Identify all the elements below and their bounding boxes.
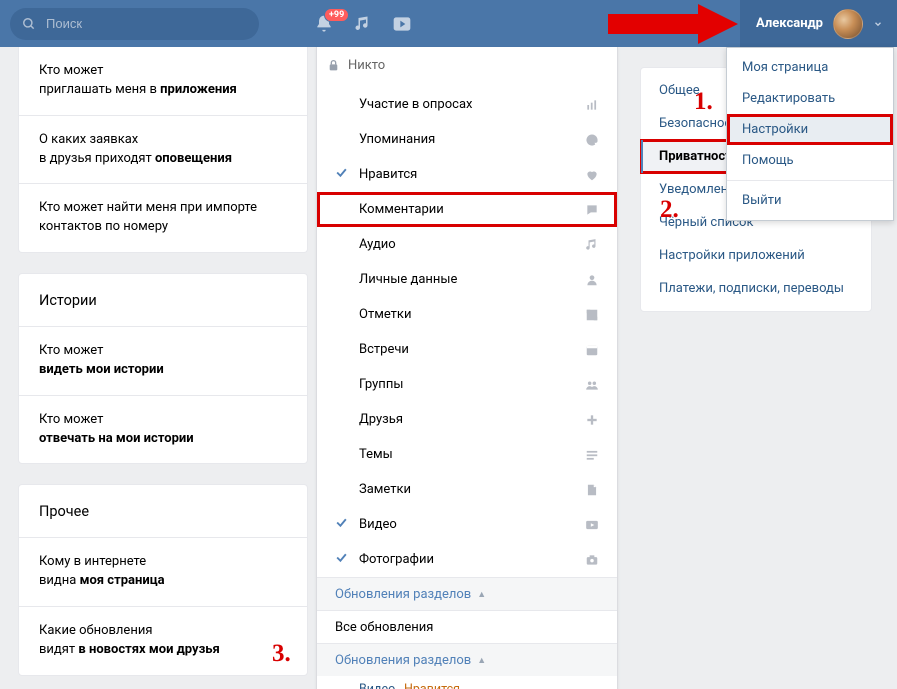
- music-icon: [585, 238, 599, 252]
- dd-section-updates-2[interactable]: Обновления разделов▲: [317, 643, 617, 676]
- annotation-arrow: [608, 2, 738, 46]
- note-icon: [585, 483, 599, 497]
- dd-item-users[interactable]: Группы: [317, 367, 617, 402]
- user-menu-item[interactable]: Редактировать: [727, 83, 893, 114]
- nav-item[interactable]: Настройки приложений: [641, 239, 871, 272]
- search-wrap[interactable]: [10, 8, 259, 40]
- notifications-icon[interactable]: +99: [314, 14, 334, 34]
- dd-item-label: Встречи: [359, 342, 409, 357]
- plus-icon: [585, 413, 599, 427]
- search-input[interactable]: [44, 15, 247, 32]
- dd-item-plus[interactable]: Друзья: [317, 402, 617, 437]
- dd-item-label: Нравится: [359, 167, 417, 182]
- dd-item-label: Темы: [359, 447, 393, 462]
- setting-page-visibility[interactable]: Кому в интернете видна моя страница: [19, 537, 307, 606]
- user-menu-toggle[interactable]: Александр: [740, 0, 897, 47]
- dd-selected-tags: Видео , Нравится: [317, 676, 617, 689]
- card-privacy-top: Кто может приглашать меня в приложения О…: [18, 47, 308, 253]
- setting-find-by-import[interactable]: Кто может найти меня при импорте контакт…: [19, 183, 307, 252]
- setting-friend-request-notif[interactable]: О каких заявках в друзья приходят оповещ…: [19, 115, 307, 184]
- dd-item-person[interactable]: Личные данные: [317, 262, 617, 297]
- dd-item-label: Личные данные: [359, 272, 457, 287]
- calendar-icon: [585, 343, 599, 357]
- users-icon: [585, 378, 599, 392]
- chevron-down-icon: [873, 19, 883, 29]
- check-icon: [335, 516, 348, 533]
- video-icon[interactable]: [392, 14, 412, 34]
- tag-video[interactable]: Видео: [359, 682, 395, 689]
- dropdown-current-label: Никто: [348, 58, 385, 73]
- dd-item-topic[interactable]: Темы: [317, 437, 617, 472]
- user-menu-item[interactable]: Выйти: [727, 185, 893, 216]
- dd-item-label: Заметки: [359, 482, 411, 497]
- avatar: [833, 9, 863, 39]
- header-icons: +99: [314, 14, 412, 34]
- dd-item-label: Видео: [359, 517, 397, 532]
- dd-item-calendar[interactable]: Встречи: [317, 332, 617, 367]
- card-stories-header: Истории: [19, 274, 307, 326]
- dd-item-at[interactable]: Упоминания: [317, 122, 617, 157]
- heart-icon: [585, 168, 599, 182]
- search-icon: [22, 17, 36, 31]
- menu-separator: [727, 180, 893, 181]
- user-name: Александр: [756, 16, 823, 31]
- card-other-header: Прочее: [19, 485, 307, 537]
- check-icon: [335, 551, 348, 568]
- check-icon: [335, 166, 348, 183]
- dd-item-label: Упоминания: [359, 132, 435, 147]
- user-menu-item[interactable]: Моя страница: [727, 52, 893, 83]
- setting-reply-stories[interactable]: Кто может отвечать на мои истории: [19, 395, 307, 464]
- nav-item[interactable]: Платежи, подписки, переводы: [641, 272, 871, 305]
- expand-icon: [585, 308, 599, 322]
- dd-item-label: Аудио: [359, 237, 396, 252]
- dd-item-label: Группы: [359, 377, 403, 392]
- setting-app-invites[interactable]: Кто может приглашать меня в приложения: [19, 47, 307, 115]
- dd-item-note[interactable]: Заметки: [317, 472, 617, 507]
- app-header: +99 Александр: [0, 0, 897, 47]
- card-other: Прочее Кому в интернете видна моя страни…: [18, 484, 308, 675]
- camera-icon: [585, 553, 599, 567]
- dd-item-video[interactable]: Видео: [317, 507, 617, 542]
- setting-friends-feed-updates[interactable]: Какие обновления видят в новостях мои др…: [19, 606, 307, 675]
- user-menu-item[interactable]: Помощь: [727, 145, 893, 176]
- tag-like[interactable]: Нравится: [404, 682, 460, 689]
- dd-item-label: Отметки: [359, 307, 411, 322]
- dropdown-current-value[interactable]: Никто: [317, 47, 617, 87]
- dd-item-bars[interactable]: Участие в опросах: [317, 87, 617, 122]
- dd-item-music[interactable]: Аудио: [317, 227, 617, 262]
- dd-item-heart[interactable]: Нравится: [317, 157, 617, 192]
- setting-see-stories[interactable]: Кто может видеть мои истории: [19, 326, 307, 395]
- bars-icon: [585, 98, 599, 112]
- video-icon: [585, 518, 599, 532]
- dd-item-camera[interactable]: Фотографии: [317, 542, 617, 577]
- updates-dropdown: Никто Участие в опросах Упоминания Нравитс…: [316, 47, 618, 689]
- user-dropdown-menu: Моя страницаРедактироватьНастройкиПомощь…: [726, 47, 894, 221]
- card-stories: Истории Кто может видеть мои истории Кто…: [18, 273, 308, 464]
- at-icon: [585, 133, 599, 147]
- dd-item-comment[interactable]: Комментарии: [317, 192, 617, 227]
- dd-item-label: Друзья: [359, 412, 403, 427]
- notifications-badge: +99: [324, 8, 349, 22]
- user-menu-item[interactable]: Настройки: [727, 114, 893, 145]
- comment-icon: [585, 203, 599, 217]
- dd-item-label: Участие в опросах: [359, 97, 472, 112]
- settings-left-column: Кто может приглашать меня в приложения О…: [18, 47, 308, 676]
- music-icon[interactable]: [354, 15, 372, 33]
- dd-item-label: Комментарии: [359, 202, 444, 217]
- lock-icon: [327, 59, 340, 72]
- person-icon: [585, 273, 599, 287]
- topic-icon: [585, 448, 599, 462]
- dd-item-expand[interactable]: Отметки: [317, 297, 617, 332]
- dd-item-label: Фотографии: [359, 552, 434, 567]
- dd-section-all-updates[interactable]: Все обновления: [317, 610, 617, 643]
- dd-section-updates-1[interactable]: Обновления разделов▲: [317, 577, 617, 610]
